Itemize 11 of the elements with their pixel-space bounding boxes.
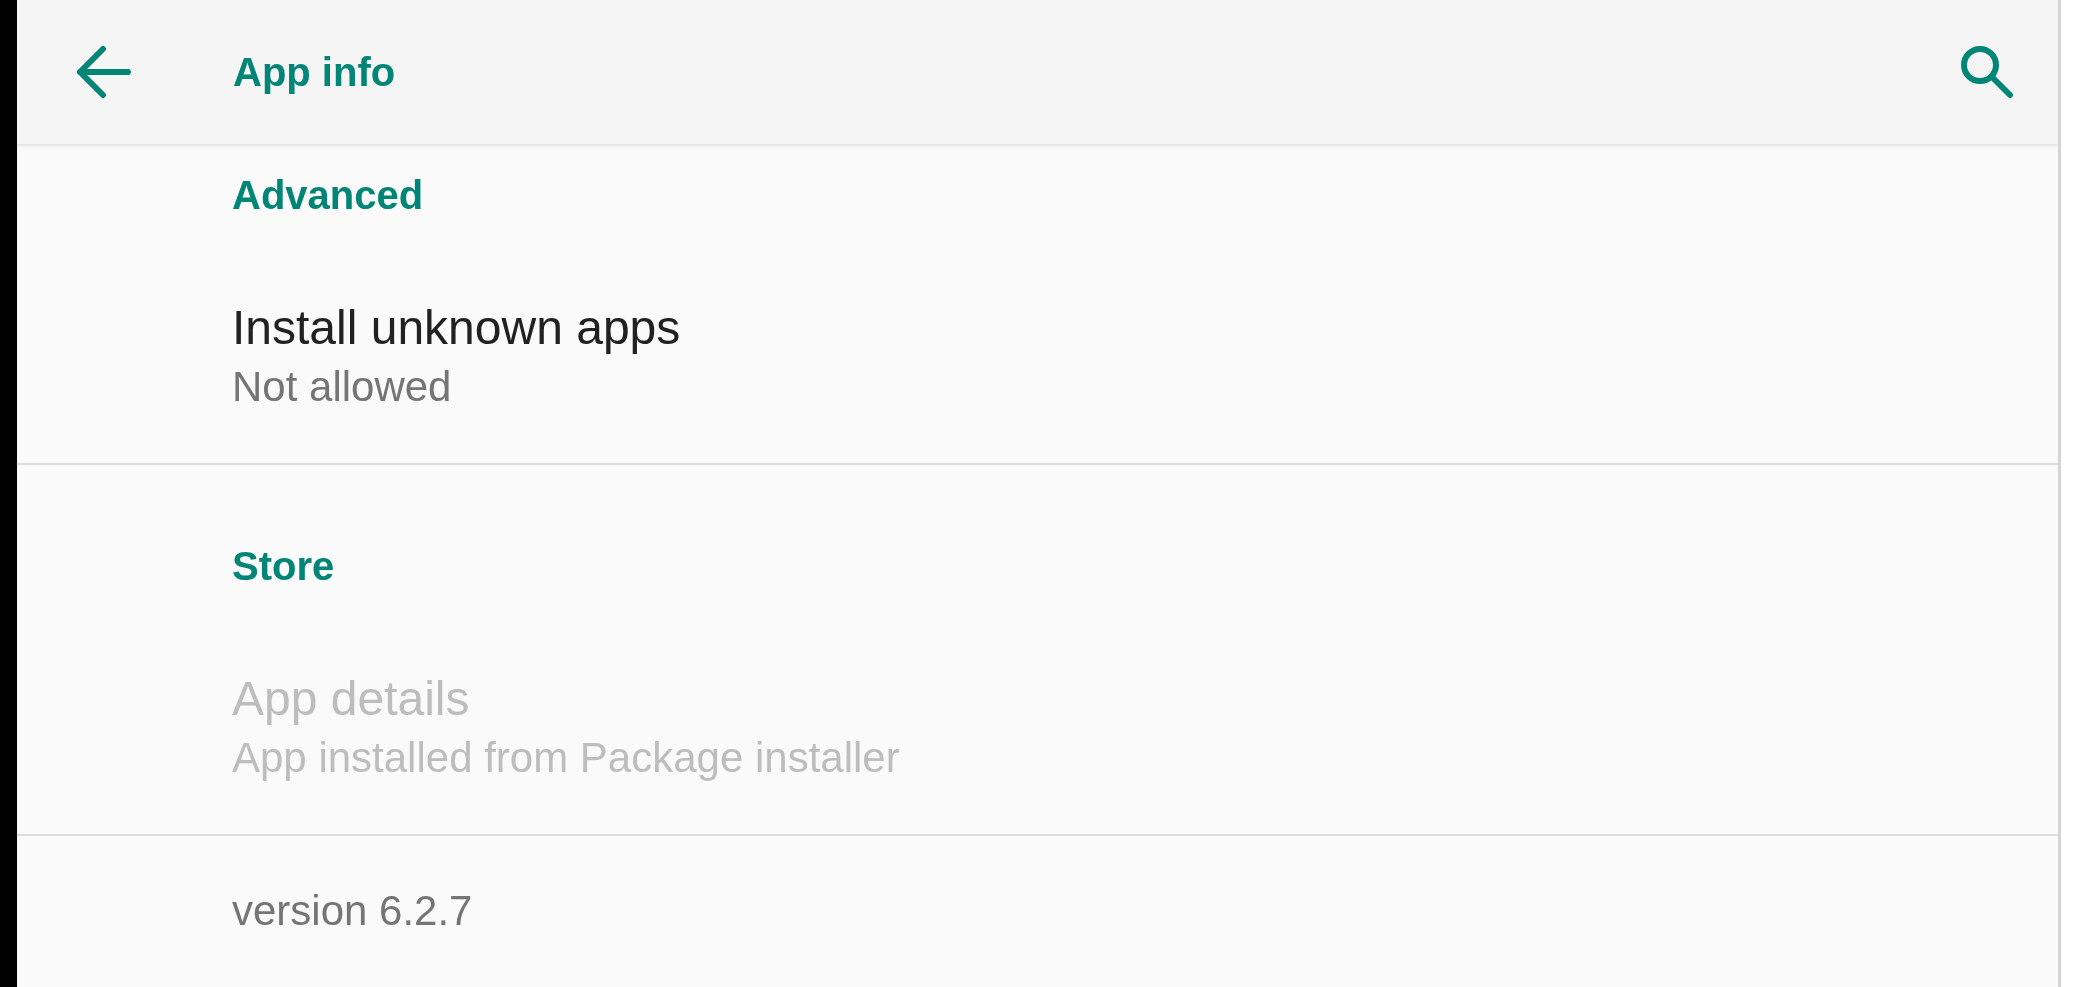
version-label: version 6.2.7 bbox=[232, 886, 473, 936]
setting-title[interactable]: Install unknown apps bbox=[232, 300, 681, 356]
section-header: Store bbox=[232, 543, 335, 590]
section-header: Advanced bbox=[232, 172, 424, 219]
setting-summary: Not allowed bbox=[232, 362, 452, 412]
setting-summary: App installed from Package installer bbox=[232, 733, 900, 783]
search-icon bbox=[1960, 45, 2014, 99]
screen-title: App info bbox=[233, 49, 396, 96]
search-button[interactable] bbox=[1960, 45, 2014, 99]
arrow-left-icon bbox=[76, 46, 132, 98]
back-button[interactable] bbox=[76, 46, 132, 98]
